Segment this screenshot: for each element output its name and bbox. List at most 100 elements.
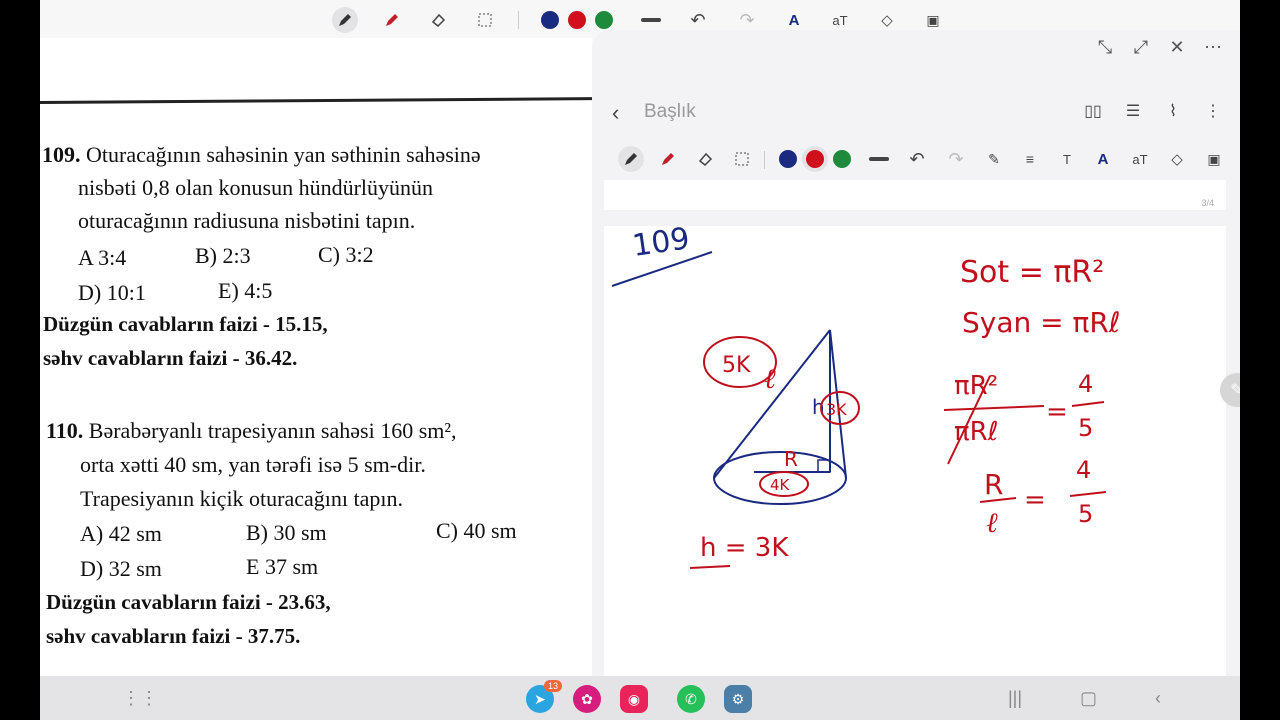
question-number: 109. [42,142,81,167]
pen-settings-icon: ✎ [988,150,1000,167]
app-drawer-icon[interactable]: ⋮⋮ [122,688,158,709]
fraction1-denominator: πRℓ [954,417,998,447]
window-controls: ⤡ ⤢ ✕ ⋯ [1096,37,1222,57]
home-button[interactable]: ▢ [1080,688,1097,709]
lock-icon: ▣ [1207,150,1221,167]
equation-h: h = 3K [700,533,789,563]
fraction2-denominator: ℓ [986,506,998,539]
question-110-line1: 110. Bərabəryanlı trapesiyanın sahəsi 16… [46,414,456,448]
lasso-select-button[interactable] [729,146,755,172]
question-110-line2: orta xətti 40 sm, yan tərəfi isə 5 sm-di… [80,452,426,477]
attachment-icon[interactable]: ⌇ [1162,100,1184,122]
handwritten-4k: 4K [770,476,791,494]
stroke-width-icon [869,157,889,161]
lasso-select-button[interactable] [472,7,498,33]
equation-syan: Syan = πRℓ [962,306,1120,339]
fraction1-value-numerator: 4 [1078,370,1093,398]
align-button[interactable]: ≡ [1017,146,1043,172]
align-icon: ≡ [1025,151,1035,167]
eraser-tool-button[interactable] [692,146,718,172]
page-layout-icon[interactable]: ☰ [1122,100,1144,122]
whatsapp-app-icon[interactable]: ✆ [677,685,705,713]
eraser-tool-button[interactable] [425,7,451,33]
option-e: E 37 sm [246,554,319,579]
option-d: D) 32 sm [80,556,162,581]
document-page[interactable]: 109. Oturacağının sahəsinin yan səthinin… [40,38,592,676]
note-canvas[interactable]: 109 5K ℓ h 3K R 4K h = 3K Sot = πR² Syan… [604,226,1226,676]
highlighter-tool-button[interactable] [379,7,405,33]
shapes-icon: ◇ [881,12,893,29]
back-button[interactable]: ‹ [1155,688,1161,709]
fraction1-value-denominator: 5 [1078,414,1093,442]
pencil-icon: ✎ [1230,382,1240,399]
question-number: 110. [46,418,84,443]
note-title[interactable]: Başlık [644,101,696,123]
recent-apps-button[interactable]: ||| [1008,688,1022,709]
text-tool-button[interactable]: T [1054,146,1080,172]
option-b: B) 2:3 [195,243,251,268]
equation-sot: Sot = πR² [960,255,1104,290]
correct-percent: Düzgün cavabların faizi - 15.15, [43,312,328,336]
option-b: B) 30 sm [246,520,327,545]
option-c: C) 40 sm [436,518,517,543]
underline [689,565,731,569]
pen-icon [625,153,637,165]
pen-settings-button[interactable]: ✎ [981,146,1007,172]
flower-app-icon[interactable]: ✿ [573,685,601,713]
question-text: Bərabəryanlı trapesiyanın sahəsi 160 sm²… [88,418,457,443]
minimize-icon[interactable]: ⤡ [1096,37,1114,57]
color-navy-button[interactable] [775,146,801,172]
redo-icon: ↷ [739,9,755,30]
divider [40,97,592,104]
highlighter-tool-button[interactable] [655,146,681,172]
pen-tool-button[interactable] [618,146,644,172]
option-d: D) 10:1 [78,280,146,305]
color-navy-button[interactable] [537,7,563,33]
option-a: A) 42 sm [80,521,162,546]
lock-button[interactable]: ▣ [1201,146,1227,172]
color-red-button[interactable] [564,7,590,33]
handwritten-r: R [784,447,798,471]
svg-text:=: = [1046,397,1068,427]
question-109-line2: nisbəti 0,8 olan konusun hündürlüyünün [78,175,434,200]
close-icon[interactable]: ✕ [1168,37,1186,57]
more-options-icon[interactable]: ⋯ [1204,37,1222,57]
stroke-width-button[interactable] [866,146,892,172]
handwritten-5k: 5K [722,353,751,378]
text-insert-button[interactable]: aT [1127,146,1153,172]
pen-tool-button[interactable] [332,7,358,33]
redo-button[interactable]: ↷ [943,146,969,172]
selection-icon [478,13,492,27]
question-110-line3: Trapesiyanın kiçik oturacağını tapın. [80,486,404,511]
text-insert-icon: aT [1132,151,1148,167]
back-arrow-icon[interactable]: ‹ [612,100,619,126]
overflow-menu-icon[interactable]: ⋮ [1202,100,1224,122]
note-pen-toolbar: ↶ ↷ ✎ ≡ T A aT ◇ ▣ [592,142,1240,178]
telegram-app-icon[interactable]: ➤ 13 [526,680,562,713]
system-navigation-bar: ⋮⋮ ➤ 13 ✿ ◉ ✆ ⚙ ||| ▢ ‹ [40,676,1240,720]
right-angle-mark [817,459,831,473]
eraser-icon [698,152,713,167]
note-popup-window: ⤡ ⤢ ✕ ⋯ ‹ Başlık ▯▯ ☰ ⌇ ⋮ ↶ ↷ ✎ ≡ T A aT… [592,30,1240,676]
option-e: E) 4:5 [218,278,273,303]
page-number: 3/4 [1201,198,1214,208]
undo-button[interactable]: ↶ [904,146,930,172]
color-green-button[interactable] [829,146,855,172]
question-109-line1: 109. Oturacağının sahəsinin yan səthinin… [42,138,481,172]
note-page-previous[interactable]: 3/4 [604,180,1226,210]
handwriting-canvas: 109 5K ℓ h 3K R 4K h = 3K Sot = πR² Syan… [611,226,1120,569]
text-style-icon: A [788,11,800,29]
color-swatch [541,11,559,29]
color-red-button[interactable] [802,146,828,172]
camera-app-icon[interactable]: ◉ [620,685,648,713]
wrong-percent: səhv cavabların faizi - 36.42. [43,346,298,370]
shapes-button[interactable]: ◇ [1164,146,1190,172]
fraction2-value-denominator: 5 [1078,500,1093,528]
settings-app-icon[interactable]: ⚙ [724,685,752,713]
expand-icon[interactable]: ⤢ [1132,37,1150,57]
text-recognition-button[interactable]: A [1090,146,1116,172]
lock-icon: ▣ [926,11,940,28]
highlighter-icon [662,153,674,165]
book-view-icon[interactable]: ▯▯ [1082,100,1104,122]
handwritten-l: ℓ [764,362,776,395]
